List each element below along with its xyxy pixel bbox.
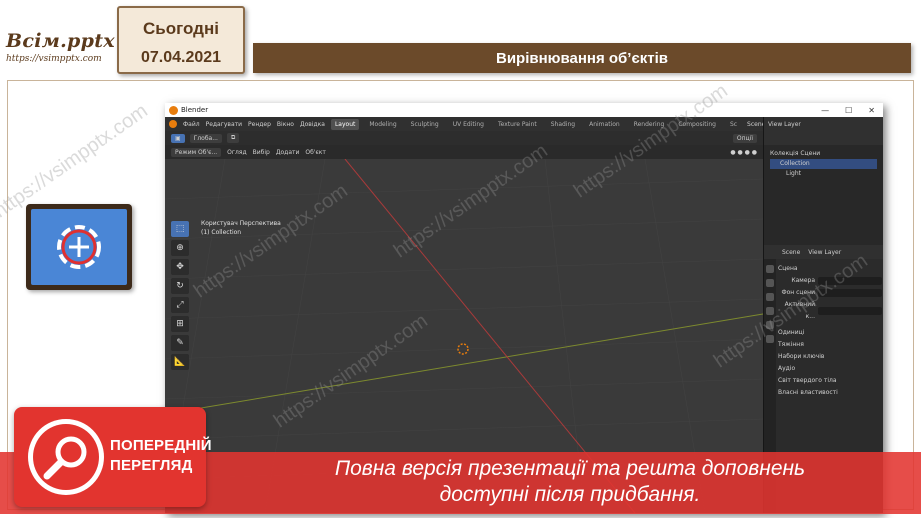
camera-label: Камера (791, 277, 815, 284)
active-clip-label: Активний к... (784, 301, 815, 320)
banner-line2: доступні після придбання. (439, 483, 701, 506)
window-title: Blender (181, 106, 209, 114)
active-clip-field[interactable]: Активний к... (778, 299, 882, 323)
outliner-header: View Layer (763, 117, 883, 145)
panel-audio[interactable]: Аудіо (778, 363, 882, 375)
minimize-icon[interactable]: — (821, 106, 829, 115)
banner-text: Повна версія презентації та решта доповн… (260, 456, 880, 508)
brand-url: https://vsimpptx.com (6, 54, 102, 64)
shading-buttons[interactable]: ● ● ● ● (730, 149, 757, 156)
tab-sculpting[interactable]: Sculpting (407, 119, 443, 130)
menu-file[interactable]: Файл (183, 121, 200, 128)
orientation-dropdown[interactable]: Глоба... (189, 133, 222, 143)
menu-add[interactable]: Додати (276, 149, 300, 156)
banner-line1: Повна версія презентації та решта доповн… (334, 457, 806, 480)
move-tool-button[interactable]: ✥ (171, 259, 189, 275)
title-bar: Вирівнювання об’єктів (253, 43, 911, 73)
outliner: Колекція Сцени Collection Light (763, 145, 883, 245)
tab-uv-editing[interactable]: UV Editing (449, 119, 488, 130)
view-layer-label[interactable]: View Layer (768, 121, 801, 128)
brand-logo: Всім.pptx https://vsimpptx.com (6, 30, 118, 72)
select-tool-button[interactable]: ⬚ (171, 221, 189, 237)
preview-badge[interactable]: ПОПЕРЕДНІЙ ПЕРЕГЛЯД (14, 407, 212, 507)
blender-menu-icon[interactable] (169, 120, 177, 128)
outliner-item-light[interactable]: Light (770, 169, 877, 179)
active-clip-input[interactable] (818, 307, 882, 315)
collection-label: (1) Collection (201, 229, 242, 236)
select-mode-button[interactable]: ▣ (171, 133, 185, 143)
move-tool-card (26, 204, 132, 290)
view-layer-tab[interactable]: View Layer (808, 249, 841, 256)
rotate-tool-button[interactable]: ↻ (171, 278, 189, 294)
panel-keying-sets[interactable]: Набори ключів (778, 351, 882, 363)
menu-view[interactable]: Огляд (227, 149, 246, 156)
preview-line1: ПОПЕРЕДНІЙ (110, 437, 212, 454)
scale-tool-button[interactable]: ⤢ (171, 297, 189, 313)
viewport-info: Користувач Перспектива (1) Collection (201, 219, 281, 237)
background-scene-label: Фон сцени (781, 289, 815, 296)
view-layer-props-icon[interactable] (766, 307, 774, 315)
viewport-header: Режим Об'є... Огляд Вибір Додати Об'єкт … (165, 145, 763, 159)
close-icon[interactable]: ✕ (868, 106, 875, 115)
tab-texture-paint[interactable]: Texture Paint (494, 119, 541, 130)
move-tool-icon (31, 209, 127, 285)
mode-dropdown[interactable]: Режим Об'є... (171, 147, 222, 157)
tab-rendering[interactable]: Rendering (630, 119, 669, 130)
tab-layout[interactable]: Layout (330, 118, 360, 130)
tab-animation[interactable]: Animation (585, 119, 624, 130)
background-scene-input[interactable] (818, 289, 882, 297)
menu-select[interactable]: Вибір (253, 149, 270, 156)
maximize-icon[interactable]: ☐ (845, 106, 852, 115)
transform-tool-button[interactable]: ⊞ (171, 316, 189, 332)
outliner-item-collection[interactable]: Collection (770, 159, 877, 169)
date-value: 07.04.2021 (140, 49, 222, 66)
view-label: Користувач Перспектива (201, 220, 281, 227)
menu-render[interactable]: Рендер (248, 121, 271, 128)
camera-input[interactable] (818, 277, 882, 285)
slide-title: Вирівнювання об’єктів (495, 49, 668, 67)
date-box: Сьогодні 07.04.2021 (117, 6, 245, 74)
tool-shelf: ⬚ ⊕ ✥ ↻ ⤢ ⊞ ✎ 📐 (171, 221, 191, 370)
scene-props-icon[interactable] (766, 321, 774, 329)
blender-logo-icon (169, 105, 178, 115)
panel-rigid-body[interactable]: Світ твердого тіла (778, 375, 882, 387)
output-props-icon[interactable] (766, 293, 774, 301)
preview-badge-text: ПОПЕРЕДНІЙ ПЕРЕГЛЯД (110, 436, 212, 476)
options-dropdown[interactable]: Опції (732, 133, 757, 143)
preview-line2: ПЕРЕГЛЯД (110, 457, 193, 474)
tool-props-icon[interactable] (766, 265, 774, 273)
date-day: Сьогодні (143, 19, 219, 38)
cursor-tool-button[interactable]: ⊕ (171, 240, 189, 256)
properties-header: Scene View Layer (763, 245, 883, 259)
magnifier-icon (28, 419, 104, 495)
section-scene[interactable]: Сцена (778, 263, 882, 275)
panel-units[interactable]: Одиниці (778, 327, 882, 339)
menu-object[interactable]: Об'єкт (305, 149, 325, 156)
world-props-icon[interactable] (766, 335, 774, 343)
menu-edit[interactable]: Редагувати (206, 121, 242, 128)
panel-custom-props[interactable]: Власні властивості (778, 387, 882, 399)
snap-button[interactable]: ⧉ (226, 133, 240, 143)
menu-window[interactable]: Вікно (277, 121, 294, 128)
tool-header: ▣ Глоба... ⧉ Опції (165, 131, 763, 145)
tab-shading[interactable]: Shading (547, 119, 579, 130)
slide: Всім.pptx https://vsimpptx.com Сьогодні … (0, 0, 921, 518)
blender-title-bar: Blender — ☐ ✕ (165, 103, 883, 117)
background-scene-field[interactable]: Фон сцени (778, 287, 882, 299)
scene-tab[interactable]: Scene (782, 249, 800, 256)
camera-field[interactable]: Камера (778, 275, 882, 287)
brand-title: Всім.pptx (6, 30, 115, 52)
tab-scripting[interactable]: Sc (726, 119, 741, 130)
menu-help[interactable]: Довідка (300, 121, 325, 128)
properties-body: Сцена Камера Фон сцени Активний к... Оди… (778, 263, 882, 399)
outliner-root[interactable]: Колекція Сцени (770, 149, 877, 159)
panel-gravity[interactable]: Тяжіння (778, 339, 882, 351)
tab-modeling[interactable]: Modeling (365, 119, 400, 130)
measure-tool-button[interactable]: 📐 (171, 354, 189, 370)
annotate-tool-button[interactable]: ✎ (171, 335, 189, 351)
tab-compositing[interactable]: Compositing (674, 119, 720, 130)
render-props-icon[interactable] (766, 279, 774, 287)
